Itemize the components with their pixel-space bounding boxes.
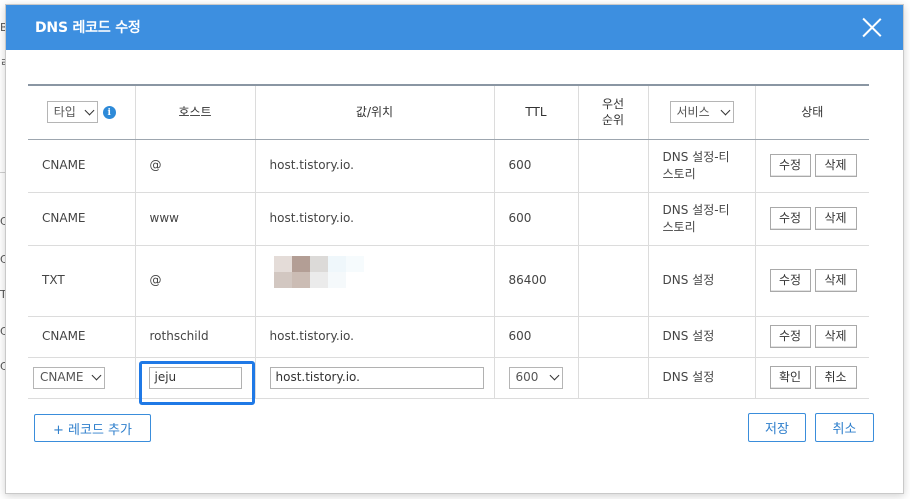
record-actions: 수정 삭제 <box>755 316 869 358</box>
type-filter-select[interactable]: 타입 <box>46 101 98 124</box>
table-row: TXT @ 86400 DNS 설정 수정 삭제 <box>28 245 869 317</box>
edit-type-cell: CNAME <box>28 357 136 399</box>
service-filter-select[interactable]: 서비스 <box>669 101 734 124</box>
cancel-button[interactable]: 취소 <box>815 413 874 442</box>
chevron-down-icon <box>91 370 102 381</box>
edit-ttl-cell: 600 <box>494 357 579 399</box>
record-value: host.tistory.io. <box>255 316 495 358</box>
record-priority <box>578 316 649 358</box>
delete-button[interactable]: 삭제 <box>814 269 857 292</box>
record-value: host.tistory.io. <box>255 139 495 193</box>
close-icon[interactable] <box>861 16 883 38</box>
chevron-down-icon <box>549 370 559 381</box>
modal-title: DNS 레코드 수정 <box>35 20 141 36</box>
record-service: DNS 설정-티 스토리 <box>648 139 756 193</box>
ttl-column-header: TTL <box>494 85 579 140</box>
service-column-header: 서비스 <box>648 85 756 140</box>
info-icon[interactable]: i <box>102 106 116 120</box>
delete-button[interactable]: 삭제 <box>814 325 857 348</box>
record-host: rothschild <box>135 316 256 358</box>
delete-button[interactable]: 삭제 <box>814 154 857 177</box>
type-column-header: 타입 i <box>28 85 136 140</box>
record-type: TXT <box>28 245 136 317</box>
edit-button[interactable]: 수정 <box>769 325 811 348</box>
value-column-header: 값/위치 <box>255 85 495 140</box>
record-type: CNAME <box>28 139 136 193</box>
record-service: DNS 설정 <box>648 245 756 317</box>
table-row: CNAME @ host.tistory.io. 600 DNS 설정-티 스토리… <box>28 139 869 193</box>
record-ttl: 600 <box>494 192 579 246</box>
record-priority <box>578 139 649 193</box>
record-actions: 수정 삭제 <box>755 139 869 193</box>
record-ttl: 600 <box>494 139 579 193</box>
edit-button[interactable]: 수정 <box>769 154 811 177</box>
add-record-button[interactable]: + 레코드 추가 <box>34 414 151 442</box>
record-host: @ <box>135 139 256 193</box>
dns-record-table: 타입 i 호스트 값/위치 TTL 우선 순위 서비스 상태 CNAME @ hos… <box>28 84 869 399</box>
record-ttl: 86400 <box>494 245 579 317</box>
record-service: DNS 설정 <box>648 316 756 358</box>
table-row: CNAME rothschild host.tistory.io. 600 DN… <box>28 316 869 358</box>
edit-service-cell: DNS 설정 <box>648 357 756 399</box>
value-input[interactable]: host.tistory.io. <box>269 366 484 389</box>
cancel-edit-button[interactable]: 취소 <box>814 366 857 389</box>
record-priority <box>578 192 649 246</box>
record-type: CNAME <box>28 192 136 246</box>
confirm-button[interactable]: 확인 <box>769 366 811 389</box>
chevron-down-icon <box>720 105 730 116</box>
host-column-header: 호스트 <box>135 85 256 140</box>
record-service: DNS 설정-티 스토리 <box>648 192 756 246</box>
record-actions: 수정 삭제 <box>755 245 869 317</box>
ttl-select[interactable]: 600 <box>508 366 563 389</box>
chevron-down-icon <box>84 105 95 116</box>
record-value-blurred <box>255 245 495 317</box>
edit-priority-cell <box>578 357 649 399</box>
record-actions: 수정 삭제 <box>755 192 869 246</box>
record-type: CNAME <box>28 316 136 358</box>
edit-actions: 확인 취소 <box>755 357 869 399</box>
record-value: host.tistory.io. <box>255 192 495 246</box>
edit-button[interactable]: 수정 <box>769 269 811 292</box>
status-column-header: 상태 <box>755 85 869 140</box>
record-ttl: 600 <box>494 316 579 358</box>
record-host: www <box>135 192 256 246</box>
blurred-value-image <box>273 255 364 288</box>
edit-button[interactable]: 수정 <box>769 207 811 230</box>
priority-column-header: 우선 순위 <box>578 85 649 140</box>
type-select[interactable]: CNAME <box>33 366 105 389</box>
edit-value-cell: host.tistory.io. <box>255 357 495 399</box>
record-host: @ <box>135 245 256 317</box>
table-header-row: 타입 i 호스트 값/위치 TTL 우선 순위 서비스 상태 <box>28 85 869 140</box>
delete-button[interactable]: 삭제 <box>814 207 857 230</box>
modal-header: DNS 레코드 수정 <box>6 5 903 50</box>
record-priority <box>578 245 649 317</box>
host-input-highlight <box>139 361 255 405</box>
table-row: CNAME www host.tistory.io. 600 DNS 설정-티 스… <box>28 192 869 246</box>
save-button[interactable]: 저장 <box>748 413 806 442</box>
